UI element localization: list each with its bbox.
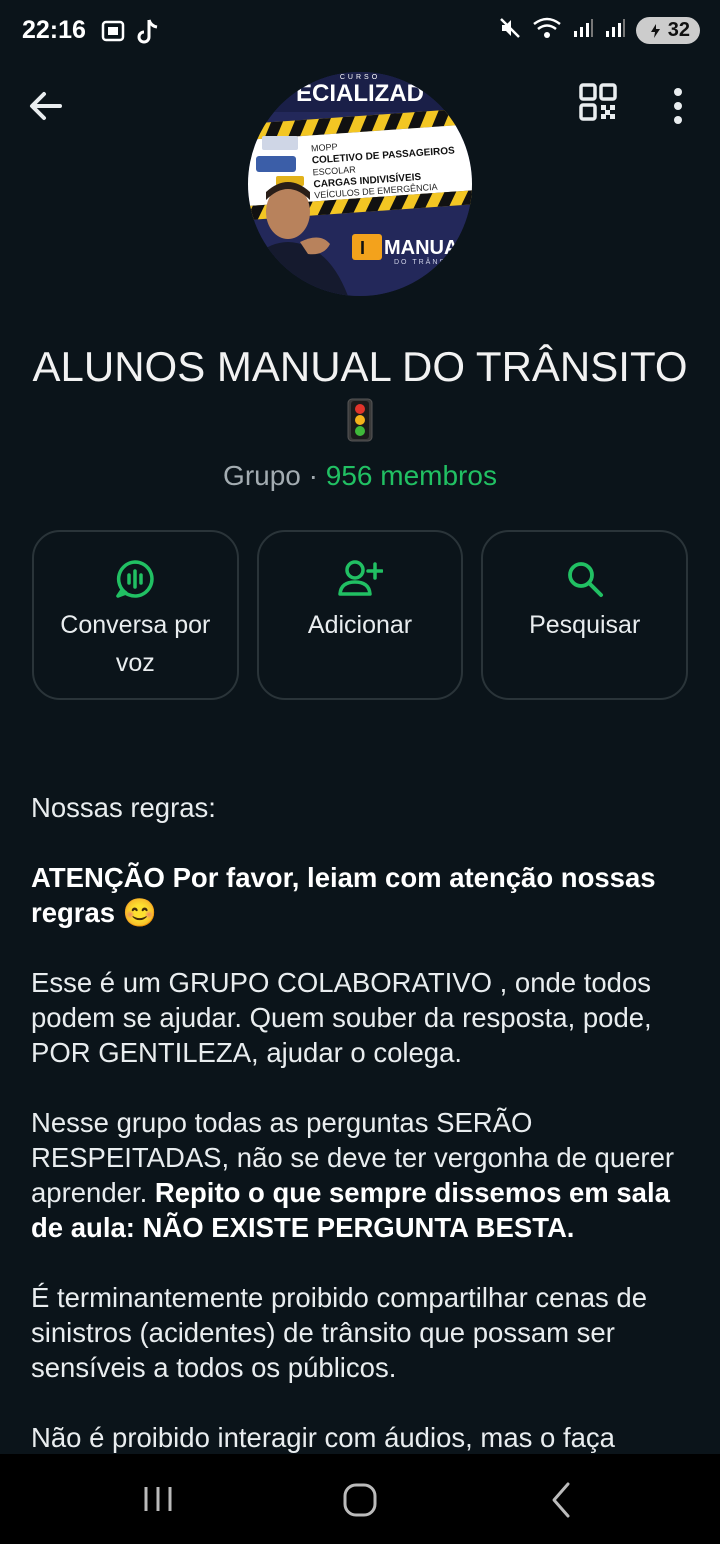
add-member-button[interactable]: Adicionar [256, 530, 464, 700]
group-avatar[interactable]: CURSO ECIALIZAD MOPP COLETIVO DE PASSAGE… [248, 72, 472, 296]
rules-paragraph-4: Não é proibido interagir com áudios, mas… [31, 1422, 615, 1453]
attention-paragraph: ATENÇÃO Por favor, leiam com atenção nos… [31, 860, 697, 930]
group-description: Nossas regras: ATENÇÃO Por favor, leiam … [31, 790, 697, 1490]
more-options-button[interactable] [660, 82, 696, 126]
rules-heading: Nossas regras: [31, 792, 216, 823]
qr-code-icon [579, 83, 617, 121]
add-member-label: Adicionar [307, 611, 413, 639]
signal-icon [604, 17, 626, 44]
status-bar: 22:16 32 [0, 0, 720, 64]
action-buttons: Conversa por voz Adicionar Pesquisar [32, 530, 689, 700]
wifi-icon [532, 16, 562, 45]
separator: · [300, 460, 326, 491]
recent-apps-icon [144, 1487, 172, 1511]
group-title: ALUNOS MANUAL DO TRÂNSITO [32, 343, 688, 390]
svg-text:I: I [360, 238, 365, 258]
voice-chat-button[interactable]: Conversa por voz [32, 530, 239, 700]
avatar-banner-text: ECIALIZAD [296, 80, 424, 107]
system-nav-bar [0, 1454, 720, 1544]
voice-chat-icon [116, 560, 155, 598]
nav-back-icon [552, 1482, 570, 1518]
group-subtitle: Grupo · 956 membros [0, 460, 720, 492]
rules-paragraph-3: É terminantemente proibido compartilhar … [31, 1282, 648, 1383]
mute-icon [498, 16, 522, 45]
more-vertical-icon [674, 88, 682, 124]
truck-image [262, 136, 298, 150]
bus-image [256, 156, 296, 172]
traffic-light-icon [343, 398, 377, 442]
battery-level: 32 [667, 19, 690, 41]
search-icon [567, 562, 603, 597]
rules-paragraph-1: Esse é um GRUPO COLABORATIVO , onde todo… [31, 967, 652, 1068]
battery-icon: 32 [635, 17, 700, 44]
signal-icon [572, 17, 594, 44]
home-button[interactable] [340, 1480, 380, 1520]
back-button[interactable] [24, 84, 68, 128]
voice-chat-label-1: Conversa por [60, 611, 211, 639]
search-label: Pesquisar [529, 611, 641, 639]
voice-chat-label-2: voz [115, 649, 155, 677]
group-type: Grupo [223, 460, 301, 491]
avatar-list-item: MOPP [311, 142, 338, 154]
members-count[interactable]: 956 membros [326, 460, 497, 491]
back-arrow-icon [30, 92, 62, 120]
search-button[interactable]: Pesquisar [481, 530, 689, 700]
rules-paragraph-2: Nesse grupo todas as perguntas SERÃO RES… [31, 1105, 697, 1245]
brand-logo [352, 234, 382, 260]
tiktok-icon [136, 18, 160, 51]
home-icon [343, 1483, 377, 1517]
recent-apps-button[interactable] [140, 1484, 176, 1514]
screenshot-icon [100, 18, 126, 51]
avatar-brand: MANUAL [384, 237, 471, 259]
nav-back-button[interactable] [546, 1480, 576, 1520]
status-time: 22:16 [22, 16, 86, 44]
add-person-icon [338, 560, 383, 596]
avatar-brand-sub: DO TRÂNS [394, 257, 446, 266]
qr-code-button[interactable] [578, 82, 622, 126]
smile-emoji: 😊 [122, 897, 157, 928]
